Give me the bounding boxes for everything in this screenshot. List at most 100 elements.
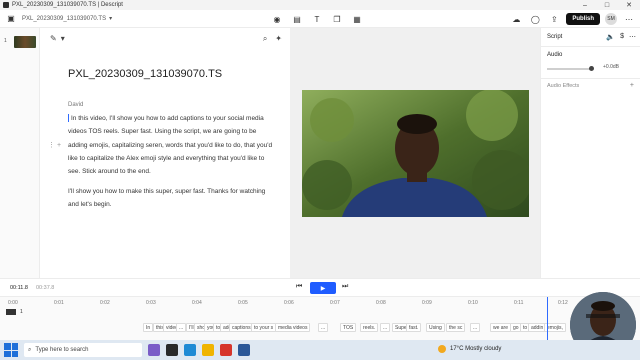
file-name-label: PXL_20230309_131039070.TS (22, 15, 107, 22)
search-placeholder: Type here to search (35, 347, 89, 353)
play-button[interactable]: ▶ (310, 282, 336, 294)
volume-slider[interactable] (547, 66, 594, 71)
document-title[interactable]: PXL_20230309_131039070.TS (68, 68, 222, 80)
timeline-word[interactable]: ... (176, 323, 187, 332)
divider (541, 78, 640, 79)
inspector-panel: Script 🔈 $ ⋯ Audio +0.0dB Audio Effects … (540, 28, 640, 278)
app-root: PXL_20230309_131039070.TS | Descript – □… (0, 0, 640, 360)
file-name-menu[interactable]: PXL_20230309_131039070.TS ▾ (22, 15, 112, 23)
ruler-tick: 0:01 (54, 300, 64, 306)
shapes-icon[interactable]: ❐ (330, 12, 344, 26)
video-frame[interactable] (302, 90, 529, 217)
app-toolbar: ▣ PXL_20230309_131039070.TS ▾ ◉ ▤ T ❐ ▦ … (0, 10, 640, 28)
timeline: 0:00 0:01 0:02 0:03 0:04 0:05 0:06 0:07 … (0, 296, 640, 341)
windows-start-icon[interactable] (4, 343, 18, 357)
more-icon[interactable]: ⋯ (629, 33, 636, 41)
search-icon: ⌕ (28, 346, 32, 353)
total-time: 00:37.8 (36, 285, 55, 291)
track-number: 1 (20, 309, 23, 315)
record-icon[interactable]: ◉ (270, 12, 284, 26)
paragraph-text[interactable]: I'll show you how to make this super, su… (68, 188, 265, 208)
chevron-down-icon[interactable]: ▾ (61, 34, 65, 43)
cloud-icon[interactable]: ☁ (509, 12, 523, 26)
playhead[interactable] (547, 297, 548, 341)
app-icon-teams[interactable] (148, 344, 160, 356)
ruler-tick: 0:07 (330, 300, 340, 306)
script-tools-right: ⌕ ✦ (263, 34, 282, 44)
timeline-word[interactable]: ... (318, 323, 329, 332)
maximize-button[interactable]: □ (596, 2, 618, 9)
app-icon-taskview[interactable] (166, 344, 178, 356)
script-paragraph[interactable]: In this video, I'll show you how to add … (68, 112, 273, 178)
insert-toolbar: ◉ ▤ T ❐ ▦ (270, 12, 364, 26)
sparkle-icon[interactable]: ✦ (275, 34, 282, 44)
dollar-icon[interactable]: $ (620, 33, 624, 41)
window-title: PXL_20230309_131039070.TS | Descript (12, 2, 123, 8)
timeline-word[interactable]: to your s (251, 323, 277, 332)
project-menu-icon[interactable]: ▣ (4, 12, 18, 26)
publish-button[interactable]: Publish (566, 13, 600, 25)
close-button[interactable]: ✕ (618, 1, 640, 9)
timeline-word[interactable]: reels. (360, 323, 379, 332)
speaker-icon[interactable]: 🔈 (606, 33, 615, 41)
timeline-word[interactable]: we are (490, 323, 512, 332)
divider (541, 46, 640, 47)
inspector-tab-icons: 🔈 $ ⋯ (606, 33, 636, 41)
timeline-word[interactable]: Using (426, 323, 445, 332)
timeline-word[interactable]: In (143, 323, 154, 332)
timeline-word[interactable]: TOS (340, 323, 357, 332)
comment-icon[interactable]: ◯ (528, 12, 542, 26)
app-icon-word[interactable] (238, 344, 250, 356)
timeline-word[interactable]: media videos (275, 323, 311, 332)
grid-icon[interactable]: ▦ (350, 12, 364, 26)
script-editor: ✎ ▾ ⌕ ✦ PXL_20230309_131039070.TS David … (40, 28, 290, 278)
ruler-tick: 0:08 (376, 300, 386, 306)
taskbar-search-input[interactable]: ⌕ Type here to search (24, 343, 142, 357)
text-icon[interactable]: T (310, 12, 324, 26)
app-icon-edge[interactable] (184, 344, 196, 356)
scene-strip: 1 (0, 28, 40, 278)
timeline-word[interactable]: the sc (446, 323, 466, 332)
ruler-tick: 0:02 (100, 300, 110, 306)
volume-value: +0.0dB (603, 64, 619, 70)
track-clip-marker[interactable] (6, 309, 16, 315)
speaker-label[interactable]: David (68, 102, 83, 108)
volume-slider-handle[interactable] (589, 66, 594, 71)
paragraph-text[interactable]: In this video, I'll show you how to add … (68, 115, 272, 175)
ruler-tick: 0:00 (8, 300, 18, 306)
search-icon[interactable]: ⌕ (263, 34, 267, 44)
skip-back-icon[interactable]: ⏮ (296, 283, 302, 291)
descript-logo-icon (3, 2, 9, 8)
timeline-word[interactable]: captions (229, 323, 254, 332)
timeline-word[interactable]: fast. (406, 323, 422, 332)
script-paragraph[interactable]: I'll show you how to make this super, su… (68, 185, 273, 212)
add-line-icon[interactable]: ⋮ + (48, 141, 61, 149)
skip-forward-icon[interactable]: ⏭ (342, 283, 348, 291)
ruler-tick: 0:06 (284, 300, 294, 306)
window-titlebar: PXL_20230309_131039070.TS | Descript – □… (0, 0, 640, 10)
timeline-word[interactable]: ... (470, 323, 481, 332)
more-icon[interactable]: ⋯ (622, 12, 636, 26)
minimize-button[interactable]: – (574, 2, 596, 9)
weather-sun-icon (438, 345, 446, 353)
timeline-word[interactable]: ... (380, 323, 391, 332)
transport-bar: 00:11.8 00:37.8 ⏮ ▶ ⏭ (0, 278, 640, 296)
toolbar-right: ☁ ◯ ⇪ Publish SM ⋯ (509, 12, 636, 26)
tab-script[interactable]: Script (547, 34, 562, 40)
timeline-ruler[interactable]: 0:00 0:01 0:02 0:03 0:04 0:05 0:06 0:07 … (0, 297, 640, 307)
script-tools: ✎ ▾ (50, 34, 65, 43)
app-icon-explorer[interactable] (202, 344, 214, 356)
scene-thumbnail[interactable] (14, 36, 36, 48)
current-time: 00:11.8 (10, 285, 28, 291)
media-icon[interactable]: ▤ (290, 12, 304, 26)
pen-icon[interactable]: ✎ (50, 34, 57, 43)
os-taskbar: ⌕ Type here to search 17°C Mostly cloudy (0, 340, 640, 360)
app-icon-red[interactable] (220, 344, 232, 356)
add-effect-icon[interactable]: + (630, 82, 634, 89)
ruler-tick: 0:09 (422, 300, 432, 306)
share-icon[interactable]: ⇪ (547, 12, 561, 26)
ruler-tick: 0:03 (146, 300, 156, 306)
avatar[interactable]: SM (605, 13, 617, 25)
scene-number: 1 (4, 38, 7, 44)
weather-widget[interactable]: 17°C Mostly cloudy (438, 345, 501, 353)
